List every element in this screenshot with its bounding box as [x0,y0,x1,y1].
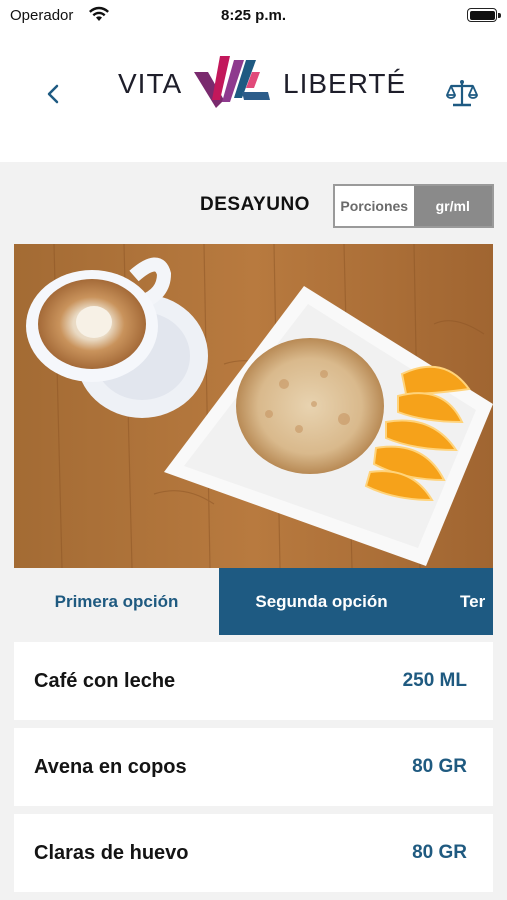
clock: 8:25 p.m. [220,7,287,24]
unit-toggle[interactable]: Porciones gr/ml [333,184,494,228]
toggle-option-porciones[interactable]: Porciones [335,186,414,226]
meal-title: DESAYUNO [200,194,310,215]
list-item[interactable]: Avena en copos 80 GR [14,728,493,806]
status-bar: Operador 8:25 p.m. [0,0,507,32]
list-item[interactable]: Claras de huevo 80 GR [14,814,493,892]
main-content: DESAYUNO Porciones gr/ml Primera opción … [0,162,507,900]
app-logo: VITA LIBERTÉ [118,52,405,112]
item-name: Café con leche [34,670,176,692]
food-list: Café con leche 250 ML Avena en copos 80 … [14,642,493,900]
item-name: Avena en copos [34,756,187,778]
meal-photo [14,244,493,568]
meal-header: DESAYUNO Porciones gr/ml [0,182,507,228]
list-item[interactable]: Café con leche 250 ML [14,642,493,720]
item-name: Claras de huevo [34,842,189,864]
back-button[interactable] [40,80,68,108]
logo-text-left: VITA [118,68,183,99]
toggle-option-gr-ml[interactable]: gr/ml [413,186,492,226]
item-quantity: 80 GR [412,842,467,863]
tab-primera-opcion[interactable]: Primera opción [14,568,219,635]
logo-mark-icon [194,56,270,108]
battery-icon [467,8,501,22]
option-tabs: Primera opción Segunda opción Ter [14,568,493,635]
logo-text-right: LIBERTÉ [283,68,407,99]
item-quantity: 250 ML [402,670,467,691]
tab-segunda-opcion[interactable]: Segunda opción [219,568,424,635]
item-quantity: 80 GR [412,756,467,777]
app-header: VITA LIBERTÉ [0,32,507,162]
scale-icon[interactable] [445,76,479,110]
tab-tercera-opcion[interactable]: Ter [424,568,493,635]
